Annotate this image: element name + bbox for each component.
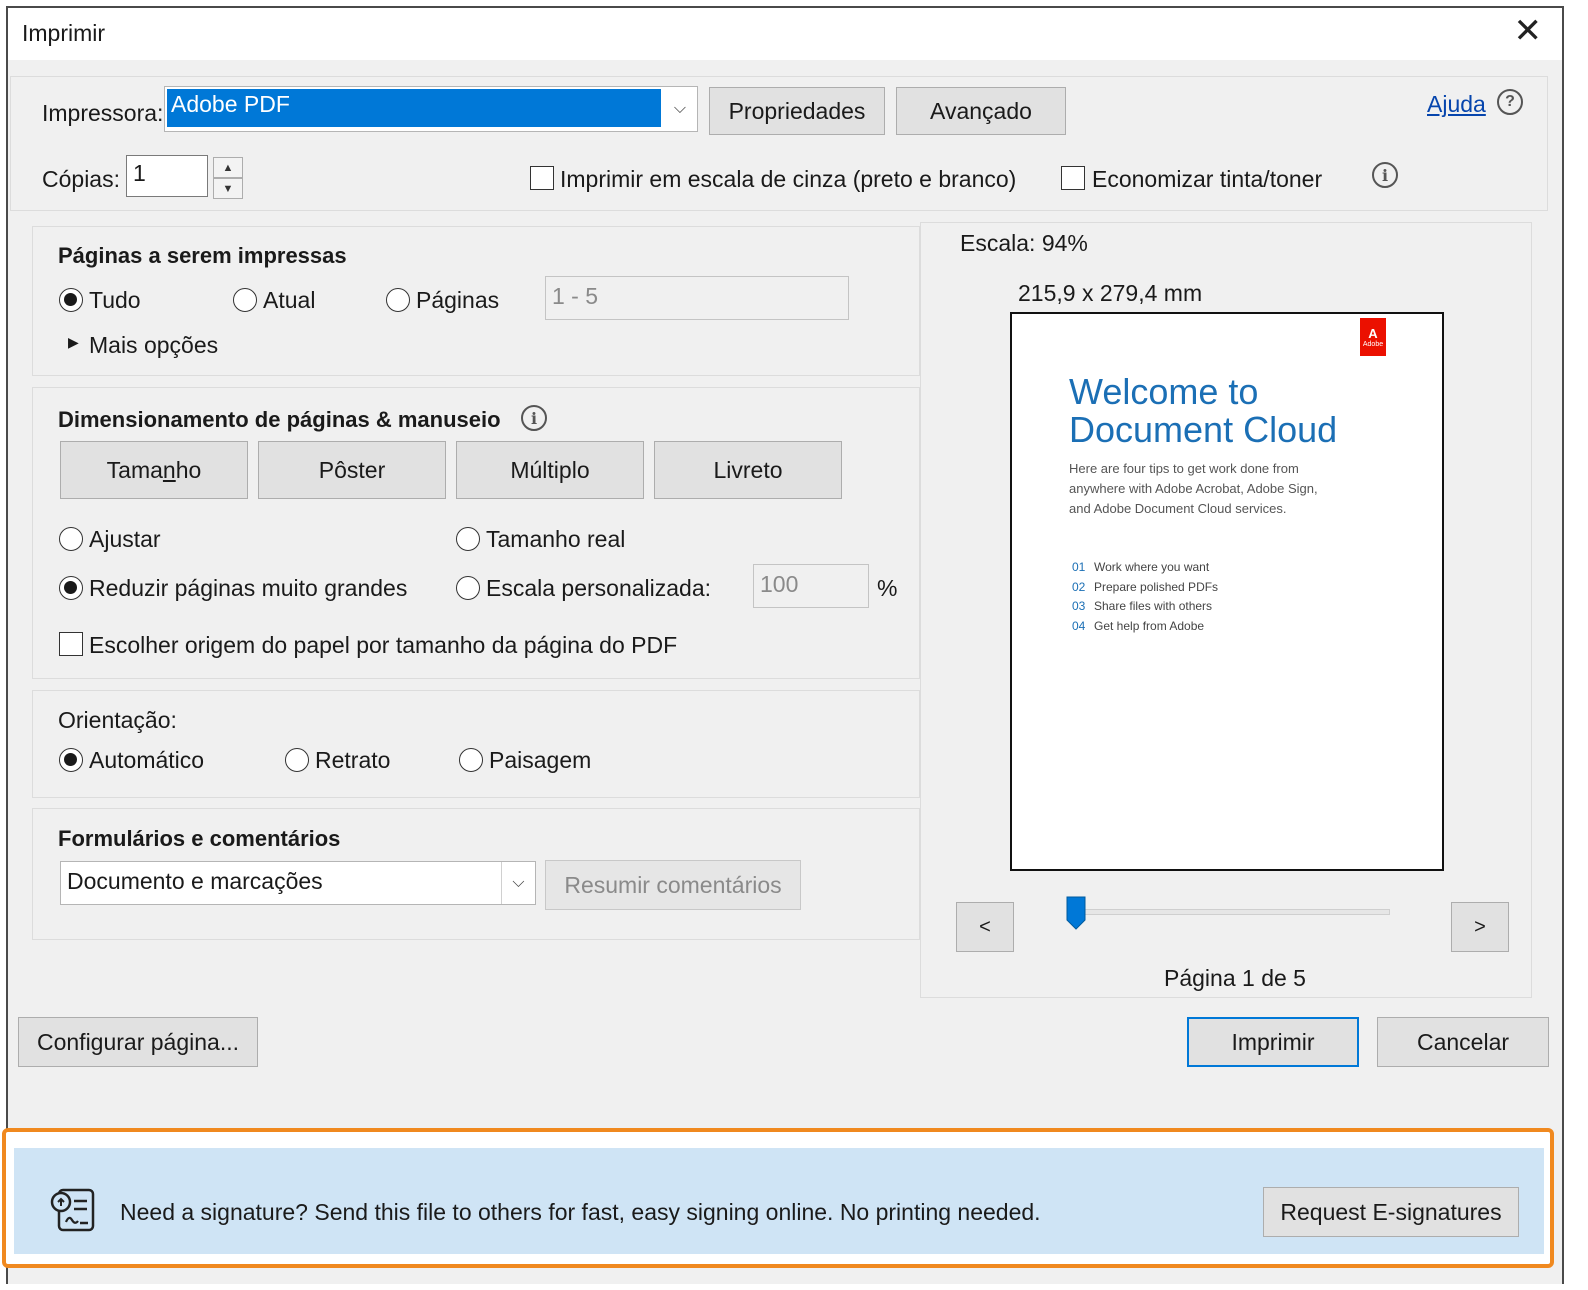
save-ink-checkbox[interactable]: [1061, 166, 1085, 190]
pages-title: Páginas a serem impressas: [58, 243, 347, 268]
more-options-toggle[interactable]: Mais opções: [89, 332, 218, 359]
doc-heading-line1: Welcome to: [1069, 371, 1259, 412]
adobe-logo-text: Adobe: [1362, 341, 1384, 348]
properties-button[interactable]: Propriedades: [709, 87, 885, 135]
radio-fit[interactable]: [59, 527, 83, 551]
tab-multiple[interactable]: Múltiplo: [456, 441, 644, 499]
dialog-title: Imprimir: [22, 20, 106, 46]
forms-title: Formulários e comentários: [58, 826, 341, 851]
copies-label: Cópias:: [42, 166, 120, 192]
summarize-comments-button[interactable]: Resumir comentários: [545, 860, 801, 910]
help-question-icon[interactable]: ?: [1497, 89, 1523, 115]
radio-all-label: Tudo: [89, 287, 141, 313]
percent-label: %: [877, 575, 898, 601]
printer-label: Impressora:: [42, 100, 164, 126]
page-range-input[interactable]: 1 - 5: [545, 276, 849, 320]
radio-shrink[interactable]: [59, 576, 83, 600]
radio-all[interactable]: [59, 288, 83, 312]
doc-intro: Here are four tips to get work done from…: [1069, 459, 1318, 519]
sizing-title: Dimensionamento de páginas & manuseio: [58, 407, 501, 432]
sizing-info-icon[interactable]: i: [521, 405, 547, 431]
radio-current[interactable]: [233, 288, 257, 312]
radio-portrait-label: Retrato: [315, 747, 391, 773]
copies-stepper[interactable]: ▲ ▼: [213, 157, 243, 199]
help-link[interactable]: Ajuda: [1427, 91, 1486, 118]
doc-tip: 03 Share files with others: [1072, 599, 1213, 613]
doc-tips: 01 Work where you want 02 Prepare polished…: [1072, 558, 1218, 636]
prev-page-button[interactable]: <: [956, 902, 1014, 952]
request-esignatures-button[interactable]: Request E-signatures: [1263, 1187, 1519, 1237]
radio-portrait[interactable]: [285, 748, 309, 772]
doc-tip: 04 Get help from Adobe: [1072, 618, 1205, 633]
radio-automatic[interactable]: [59, 748, 83, 772]
radio-shrink-label: Reduzir páginas muito grandes: [89, 575, 408, 601]
grayscale-checkbox[interactable]: [530, 166, 554, 190]
tab-size[interactable]: Tama n ho: [60, 441, 248, 499]
paper-source-checkbox[interactable]: [59, 632, 83, 656]
radio-pages[interactable]: [386, 288, 410, 312]
close-icon[interactable]: ✕: [1514, 14, 1543, 48]
tab-poster[interactable]: Pôster: [258, 441, 446, 499]
expand-triangle-icon[interactable]: ▶: [68, 334, 79, 351]
chevron-down-icon[interactable]: ⌵: [663, 87, 697, 131]
cancel-button[interactable]: Cancelar: [1377, 1017, 1549, 1067]
page-indicator: Página 1 de 5: [1164, 965, 1306, 991]
doc-intro-line: anywhere with Adobe Acrobat, Adobe Sign,: [1069, 481, 1318, 496]
orientation-title: Orientação:: [58, 707, 177, 733]
radio-actual-size[interactable]: [456, 527, 480, 551]
signature-document-icon: [50, 1188, 95, 1232]
printer-selected-value: Adobe PDF: [167, 89, 661, 127]
stepper-down-icon[interactable]: ▼: [213, 178, 243, 199]
radio-custom-scale-label: Escala personalizada:: [486, 575, 712, 601]
custom-scale-input[interactable]: 100: [753, 564, 869, 608]
radio-custom-scale[interactable]: [456, 576, 480, 600]
grayscale-label: Imprimir em escala de cinza (preto e bra…: [560, 166, 1017, 192]
stepper-up-icon[interactable]: ▲: [213, 157, 243, 178]
radio-fit-label: Ajustar: [89, 526, 161, 552]
forms-select[interactable]: Documento e marcações ⌵: [60, 861, 536, 905]
page-slider-thumb[interactable]: [1066, 896, 1086, 930]
advanced-button[interactable]: Avançado: [896, 87, 1066, 135]
page-setup-button[interactable]: Configurar página...: [18, 1017, 258, 1067]
page-preview: A Adobe Welcome to Document Cloud Here a…: [1010, 312, 1444, 871]
save-ink-label: Economizar tinta/toner: [1092, 166, 1323, 192]
doc-heading-line2: Document Cloud: [1069, 409, 1338, 450]
chevron-down-icon[interactable]: ⌵: [501, 862, 535, 904]
scale-label: Escala: 94%: [960, 230, 1088, 256]
forms-selected-value: Documento e marcações: [67, 868, 323, 894]
doc-tip: 01 Work where you want: [1072, 560, 1210, 574]
print-button[interactable]: Imprimir: [1187, 1017, 1359, 1067]
tab-booklet[interactable]: Livreto: [654, 441, 842, 499]
page-slider-track[interactable]: [1070, 909, 1390, 915]
adobe-logo: A Adobe: [1360, 318, 1386, 356]
radio-current-label: Atual: [263, 287, 316, 313]
doc-intro-line: and Adobe Document Cloud services.: [1069, 501, 1287, 516]
radio-actual-size-label: Tamanho real: [486, 526, 626, 552]
next-page-button[interactable]: >: [1451, 902, 1509, 952]
radio-automatic-label: Automático: [89, 747, 205, 773]
radio-landscape-label: Paisagem: [489, 747, 592, 773]
copies-input[interactable]: 1: [126, 155, 208, 197]
printer-select[interactable]: Adobe PDF ⌵: [164, 86, 698, 132]
page-dimensions: 215,9 x 279,4 mm: [1018, 280, 1203, 306]
doc-intro-line: Here are four tips to get work done from: [1069, 461, 1299, 476]
radio-pages-label: Páginas: [416, 287, 500, 313]
banner-text: Need a signature? Send this file to othe…: [120, 1199, 1041, 1225]
doc-tip: 02 Prepare polished PDFs: [1072, 579, 1219, 594]
info-icon[interactable]: i: [1372, 162, 1398, 188]
title-bar: Imprimir ✕: [8, 8, 1562, 60]
paper-source-label: Escolher origem do papel por tamanho da …: [89, 632, 678, 658]
radio-landscape[interactable]: [459, 748, 483, 772]
